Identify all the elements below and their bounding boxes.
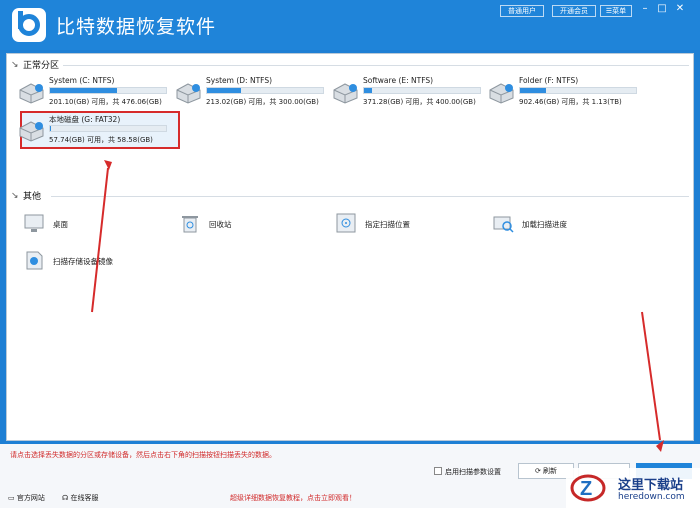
annotation-arrowhead-scan [656,440,664,452]
annotation-arrows [91,160,664,452]
watermark-logo: Z [570,474,606,502]
svg-text:Z: Z [580,478,592,500]
watermark-url: heredown.com [618,492,685,502]
annotation-arrow-scan [641,311,661,441]
watermark: Z 这里下载站 heredown.com [566,468,700,508]
watermark-brand: 这里下载站 [618,478,684,493]
annotation-arrow-drive [91,167,109,313]
